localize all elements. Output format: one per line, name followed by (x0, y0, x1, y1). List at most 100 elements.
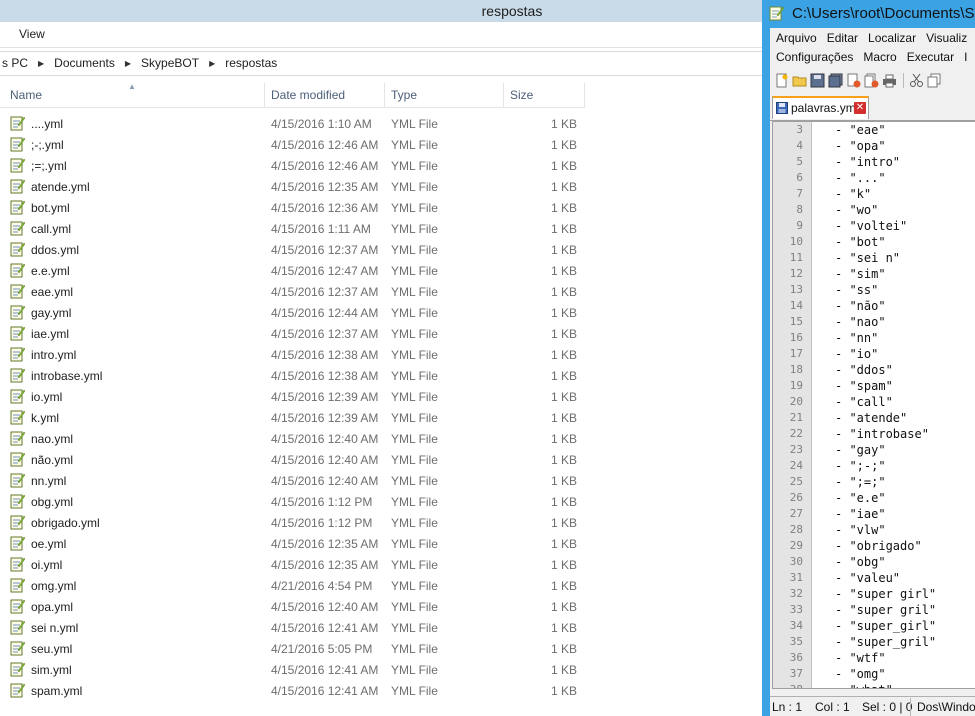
file-row[interactable]: introbase.yml 4/15/2016 12:38 AM YML File 1… (0, 365, 600, 386)
file-row[interactable]: omg.yml 4/21/2016 4:54 PM YML File 1 KB (0, 575, 600, 596)
menu-editar[interactable]: Editar (827, 31, 858, 45)
file-row[interactable]: seu.yml 4/21/2016 5:05 PM YML File 1 KB (0, 638, 600, 659)
code-line: 31 - "valeu" (773, 570, 975, 586)
file-row[interactable]: intro.yml 4/15/2016 12:38 AM YML File 1 KB (0, 344, 600, 365)
file-row[interactable]: oe.yml 4/15/2016 12:35 AM YML File 1 KB (0, 533, 600, 554)
line-text: - "wo" (835, 203, 879, 217)
file-row[interactable]: ;-;.yml 4/15/2016 12:46 AM YML File 1 KB (0, 134, 600, 155)
file-name: nn.yml (31, 474, 67, 488)
save-all-icon[interactable] (828, 73, 843, 88)
file-name: ddos.yml (31, 243, 80, 257)
menu-localizar[interactable]: Localizar (868, 31, 916, 45)
file-row[interactable]: ....yml 4/15/2016 1:10 AM YML File 1 KB (0, 113, 600, 134)
file-row[interactable]: obg.yml 4/15/2016 1:12 PM YML File 1 KB (0, 491, 600, 512)
file-row[interactable]: sei n.yml 4/15/2016 12:41 AM YML File 1 KB (0, 617, 600, 638)
column-header-name[interactable]: Name ▲ (0, 82, 265, 107)
file-row[interactable]: eae.yml 4/15/2016 12:37 AM YML File 1 KB (0, 281, 600, 302)
code-line: 12 - "sim" (773, 266, 975, 282)
breadcrumb-this-pc[interactable]: s PC (0, 56, 30, 70)
close-file-icon[interactable] (846, 73, 861, 88)
file-date-modified: 4/15/2016 12:38 AM (271, 348, 379, 362)
file-row[interactable]: io.yml 4/15/2016 12:39 AM YML File 1 KB (0, 386, 600, 407)
new-file-icon[interactable] (774, 73, 789, 88)
column-header-date[interactable]: Date modified (265, 83, 385, 107)
file-size: 1 KB (550, 138, 577, 152)
breadcrumb-chevron-icon[interactable]: ▶ (209, 59, 215, 68)
breadcrumb-respostas[interactable]: respostas (223, 56, 279, 70)
open-file-icon[interactable] (792, 73, 807, 88)
menu-visualizar[interactable]: Visualiz (926, 31, 967, 45)
cut-icon[interactable] (909, 73, 924, 88)
file-date-modified: 4/15/2016 12:39 AM (271, 390, 379, 404)
file-size: 1 KB (550, 264, 577, 278)
file-row[interactable]: nao.yml 4/15/2016 12:40 AM YML File 1 KB (0, 428, 600, 449)
file-row[interactable]: k.yml 4/15/2016 12:39 AM YML File 1 KB (0, 407, 600, 428)
yml-file-icon (10, 326, 25, 341)
file-type: YML File (391, 495, 438, 509)
file-row[interactable]: opa.yml 4/15/2016 12:40 AM YML File 1 KB (0, 596, 600, 617)
line-number: 9 (796, 219, 803, 232)
line-number: 32 (789, 587, 803, 600)
column-header-type[interactable]: Type (385, 83, 504, 107)
file-row[interactable]: oi.yml 4/15/2016 12:35 AM YML File 1 KB (0, 554, 600, 575)
file-name: e.e.yml (31, 264, 70, 278)
file-row[interactable]: e.e.yml 4/15/2016 12:47 AM YML File 1 KB (0, 260, 600, 281)
file-explorer-window: respostas View s PC ▶ Documents ▶ SkypeB… (0, 0, 762, 716)
line-text: - "obrigado" (835, 539, 922, 553)
file-row[interactable]: obrigado.yml 4/15/2016 1:12 PM YML File 1 K… (0, 512, 600, 533)
file-row[interactable]: ddos.yml 4/15/2016 12:37 AM YML File 1 KB (0, 239, 600, 260)
explorer-window-title: respostas (481, 3, 543, 19)
file-row[interactable]: bot.yml 4/15/2016 12:36 AM YML File 1 KB (0, 197, 600, 218)
column-header-size[interactable]: Size (504, 83, 585, 107)
ribbon-tab-view[interactable]: View (19, 27, 45, 41)
menu-arquivo[interactable]: Arquivo (776, 31, 817, 45)
file-row[interactable]: call.yml 4/15/2016 1:11 AM YML File 1 KB (0, 218, 600, 239)
file-row[interactable]: sim.yml 4/15/2016 12:41 AM YML File 1 KB (0, 659, 600, 680)
address-bar[interactable]: s PC ▶ Documents ▶ SkypeBOT ▶ respostas (0, 51, 762, 76)
file-size: 1 KB (550, 642, 577, 656)
column-header-size-label: Size (510, 88, 534, 102)
file-row[interactable]: iae.yml 4/15/2016 12:37 AM YML File 1 KB (0, 323, 600, 344)
code-line: 7 - "k" (773, 186, 975, 202)
breadcrumb-skypebot[interactable]: SkypeBOT (139, 56, 201, 70)
code-line: 37 - "omg" (773, 666, 975, 682)
close-all-icon[interactable] (864, 73, 879, 88)
menu-executar[interactable]: Executar (907, 50, 954, 64)
file-date-modified: 4/15/2016 12:44 AM (271, 306, 379, 320)
yml-file-icon (10, 179, 25, 194)
breadcrumb-chevron-icon[interactable]: ▶ (38, 59, 44, 68)
line-text: - ";-;" (835, 459, 886, 473)
file-date-modified: 4/15/2016 12:35 AM (271, 537, 379, 551)
line-text: - "call" (835, 395, 893, 409)
status-bar: Ln : 1 Col : 1 Sel : 0 | 0 Dos\Windo (770, 696, 975, 716)
breadcrumb-chevron-icon[interactable]: ▶ (125, 59, 131, 68)
file-size: 1 KB (550, 684, 577, 698)
file-name: bot.yml (31, 201, 70, 215)
menu-macro[interactable]: Macro (863, 50, 896, 64)
column-header-name-label: Name (10, 88, 43, 102)
code-editor[interactable]: 3 - "eae" 4 - "opa" 5 - "intro" 6 - "..." 7 - "k"… (772, 121, 975, 689)
yml-file-icon (10, 116, 25, 131)
file-row[interactable]: gay.yml 4/15/2016 12:44 AM YML File 1 KB (0, 302, 600, 323)
line-number: 38 (773, 682, 803, 688)
tab-close-icon[interactable]: ✕ (854, 102, 866, 114)
explorer-title-bar[interactable]: respostas (0, 0, 762, 22)
copy-icon[interactable] (927, 73, 942, 88)
save-icon[interactable] (810, 73, 825, 88)
code-line: 18 - "ddos" (773, 362, 975, 378)
file-row[interactable]: não.yml 4/15/2016 12:40 AM YML File 1 KB (0, 449, 600, 470)
print-icon[interactable] (882, 73, 897, 88)
menu-configuracoes[interactable]: Configurações (776, 50, 853, 64)
file-name: io.yml (31, 390, 63, 404)
file-date-modified: 4/15/2016 1:12 PM (271, 516, 373, 530)
line-number: 23 (789, 443, 803, 456)
menu-more[interactable]: I (964, 50, 967, 64)
line-number: 30 (789, 555, 803, 568)
tab-palavras-yml[interactable]: palavras.yml ✕ (772, 96, 869, 119)
file-row[interactable]: ;=;.yml 4/15/2016 12:46 AM YML File 1 KB (0, 155, 600, 176)
notepad-title-bar[interactable]: C:\Users\root\Documents\S (762, 0, 975, 28)
file-row[interactable]: nn.yml 4/15/2016 12:40 AM YML File 1 KB (0, 470, 600, 491)
file-row[interactable]: atende.yml 4/15/2016 12:35 AM YML File 1 KB (0, 176, 600, 197)
file-row[interactable]: spam.yml 4/15/2016 12:41 AM YML File 1 KB (0, 680, 600, 701)
breadcrumb-documents[interactable]: Documents (52, 56, 117, 70)
